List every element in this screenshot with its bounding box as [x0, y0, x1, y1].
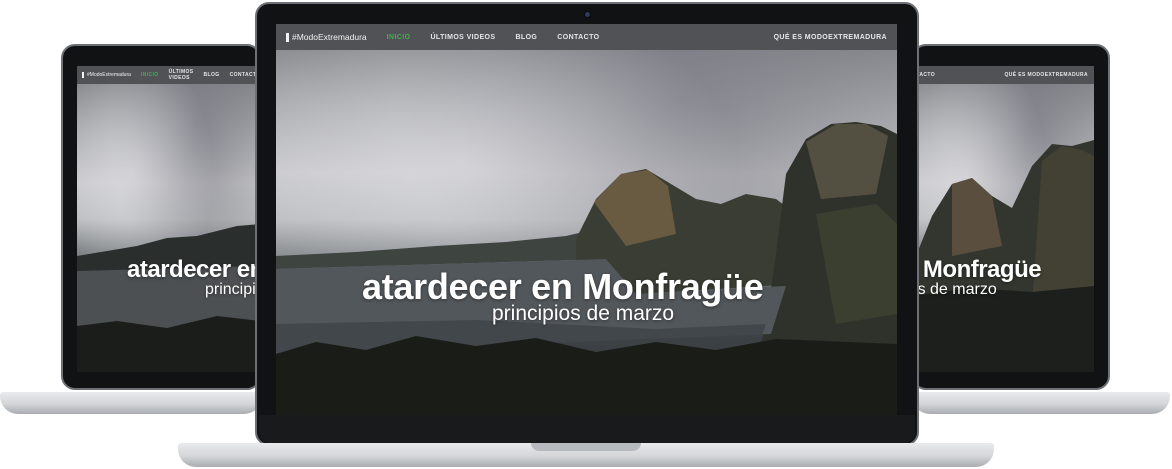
nav-contacto[interactable]: CONTACTO [557, 34, 599, 41]
camera-icon [585, 12, 590, 17]
brand-text: #ModoExtremadura [292, 32, 367, 42]
laptop-center-notch [531, 443, 641, 451]
brand-logo[interactable]: #ModoExtremadura [82, 72, 131, 78]
laptop-right-base [912, 392, 1170, 414]
nav-que-es[interactable]: QUÉ ES MODOEXTREMADURA [774, 34, 887, 41]
hero-title: atardecer en Monfragüe [127, 256, 261, 283]
laptop-left-base [0, 392, 262, 414]
brand-icon [286, 32, 289, 42]
nav-que-es[interactable]: QUÉ ES MODOEXTREMADURA [1004, 72, 1088, 78]
hero-text: atardecer en Monfragüe principios de mar… [912, 256, 1042, 299]
site-nav: #ModoExtremadura INICIO ÚLTIMOS VIDEOS B… [77, 66, 261, 84]
site-nav: #ModoExtremadura INICIO ÚLTIMOS VIDEOS B… [276, 24, 897, 50]
hero-image [276, 24, 897, 415]
laptop-center-screen: #ModoExtremadura INICIO ÚLTIMOS VIDEOS B… [276, 24, 897, 415]
hero-subtitle: principios de marzo [205, 281, 261, 298]
hero-image [912, 66, 1094, 372]
laptop-center-chin [259, 415, 915, 443]
brand-logo[interactable]: #ModoExtremadura [286, 32, 367, 42]
nav-blog[interactable]: BLOG [515, 34, 537, 41]
hero-image [77, 66, 261, 372]
nav-blog[interactable]: BLOG [204, 72, 220, 78]
hero-text: atardecer en Monfragüe principios de mar… [362, 266, 764, 326]
nav-inicio[interactable]: INICIO [141, 72, 159, 78]
nav-inicio[interactable]: INICIO [387, 34, 411, 41]
site-nav: CONTACTO QUÉ ES MODOEXTREMADURA [912, 66, 1094, 84]
brand-icon [82, 72, 84, 78]
hero-title: atardecer en Monfragüe [912, 256, 1042, 283]
nav-ultimos-videos[interactable]: ÚLTIMOS VIDEOS [169, 69, 194, 81]
nav-ultimos-videos[interactable]: ÚLTIMOS VIDEOS [430, 34, 495, 41]
laptop-left-screen: #ModoExtremadura INICIO ÚLTIMOS VIDEOS B… [77, 66, 261, 372]
brand-text: #ModoExtremadura [87, 72, 131, 78]
hero-text: atardecer en Monfragüe principios de mar… [127, 256, 261, 299]
laptop-right-screen: CONTACTO QUÉ ES MODOEXTREMADURA atardece… [912, 66, 1094, 372]
